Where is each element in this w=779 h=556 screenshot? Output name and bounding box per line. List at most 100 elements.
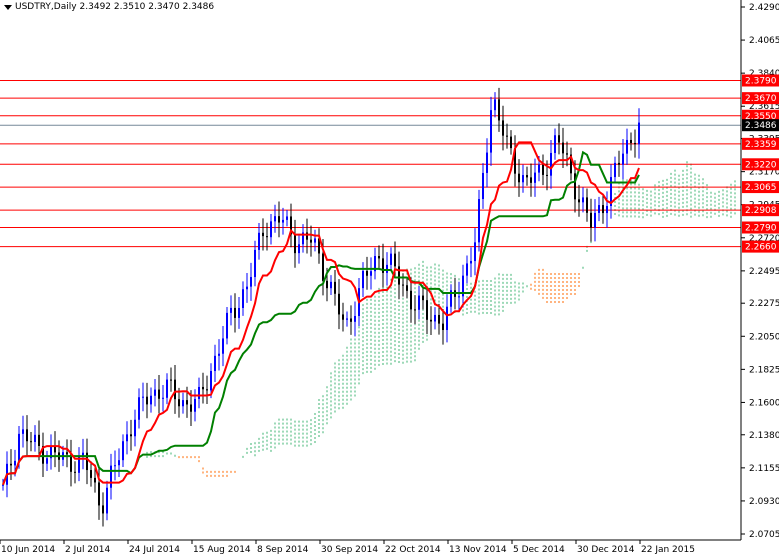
candle-body [306,232,308,240]
candle-body [542,164,544,175]
candle-body [250,277,252,287]
current-price-label: 2.3486 [745,121,777,131]
candle-body [426,300,428,320]
candle-body [90,470,92,478]
candle-body [486,152,488,173]
candle-body [554,135,556,153]
candle-body [310,239,312,243]
candle-body [598,205,600,213]
candle-body [398,266,400,285]
candle-body [150,395,152,405]
candle-body [274,216,276,222]
level-price-label: 2.3359 [745,140,777,150]
candle-body [146,396,148,405]
candle-body [214,355,216,372]
candle-body [254,249,256,278]
x-tick-label: 30 Dec 2014 [577,545,635,555]
y-tick-label: 2.1380 [749,431,779,441]
candle-body [378,256,380,259]
candle-body [402,284,404,286]
x-tick-label: 13 Nov 2014 [449,545,507,555]
candle-body [194,398,196,412]
x-tick-label: 30 Sep 2014 [321,545,378,555]
candle-body [34,434,36,442]
candle-body [206,389,208,391]
candle-body [506,135,508,137]
candle-body [46,458,48,464]
candle-body [494,99,496,111]
level-price-label: 2.2660 [745,243,777,253]
candle-body [18,433,20,461]
candle-body [518,173,520,183]
candle-body [578,199,580,203]
candle-body [326,280,328,289]
candle-body [538,164,540,173]
level-price-label: 2.2790 [745,224,777,234]
x-tick-label: 5 Dec 2014 [513,545,565,555]
candle-body [270,221,272,238]
candle-body [122,441,124,461]
y-tick-label: 2.2495 [749,267,779,277]
candle-body [418,295,420,310]
y-tick-label: 2.0930 [749,497,779,507]
candle-body [166,379,168,398]
x-tick-label: 8 Sep 2014 [257,545,309,555]
candle-body [282,219,284,223]
candle-body [558,135,560,143]
candle-body [562,142,564,154]
y-tick-label: 2.2275 [749,299,779,309]
candle-body [182,400,184,407]
candle-body [442,323,444,331]
ohlc-values: 2.3492 2.3510 2.3470 2.3486 [79,2,215,12]
level-price-label: 2.3220 [745,160,777,170]
candle-body [422,295,424,301]
candle-body [314,238,316,243]
candle-body [550,152,552,176]
y-tick-label: 2.1155 [749,464,779,474]
symbol-timeframe: USDTRY,Daily [15,2,77,12]
candle-body [606,205,608,214]
candle-body [242,289,244,308]
candle-body [330,281,332,289]
candle-body [582,197,584,203]
candle-body [406,285,408,291]
candle-body [394,253,396,267]
candle-body [362,270,364,289]
candle-body [566,153,568,155]
chart-title: USDTRY,Daily 2.3492 2.3510 2.3470 2.3486 [4,2,215,12]
candle-body [370,271,372,276]
candle-body [354,315,356,322]
candle-body [130,434,132,437]
y-tick-label: 2.4065 [749,36,779,46]
candle-body [102,505,104,514]
candle-body [346,318,348,320]
candle-body [202,386,204,390]
candle-body [230,307,232,313]
x-tick-label: 10 Jun 2014 [1,545,55,555]
candle-body [594,212,596,228]
candle-body [286,216,288,220]
candle-body [158,389,160,399]
candle-body [258,232,260,250]
level-price-label: 2.3670 [745,94,777,104]
candle-body [162,397,164,399]
candle-body [94,477,96,483]
candle-body [246,286,248,290]
candle-body [510,136,512,149]
dropdown-triangle-icon[interactable] [4,4,12,10]
candle-body [190,404,192,412]
candle-body [430,319,432,322]
y-tick-label: 2.4290 [749,3,779,13]
candle-body [238,307,240,318]
level-price-label: 2.2908 [745,206,777,216]
candle-body [82,452,84,456]
y-tick-label: 2.1825 [749,365,779,375]
x-tick-label: 22 Oct 2014 [385,545,441,555]
candle-body [26,429,28,442]
candle-body [38,434,40,446]
candle-body [490,110,492,153]
candle-body [174,379,176,400]
x-tick-label: 22 Jan 2015 [641,545,695,555]
candle-body [218,353,220,356]
candle-body [74,471,76,473]
